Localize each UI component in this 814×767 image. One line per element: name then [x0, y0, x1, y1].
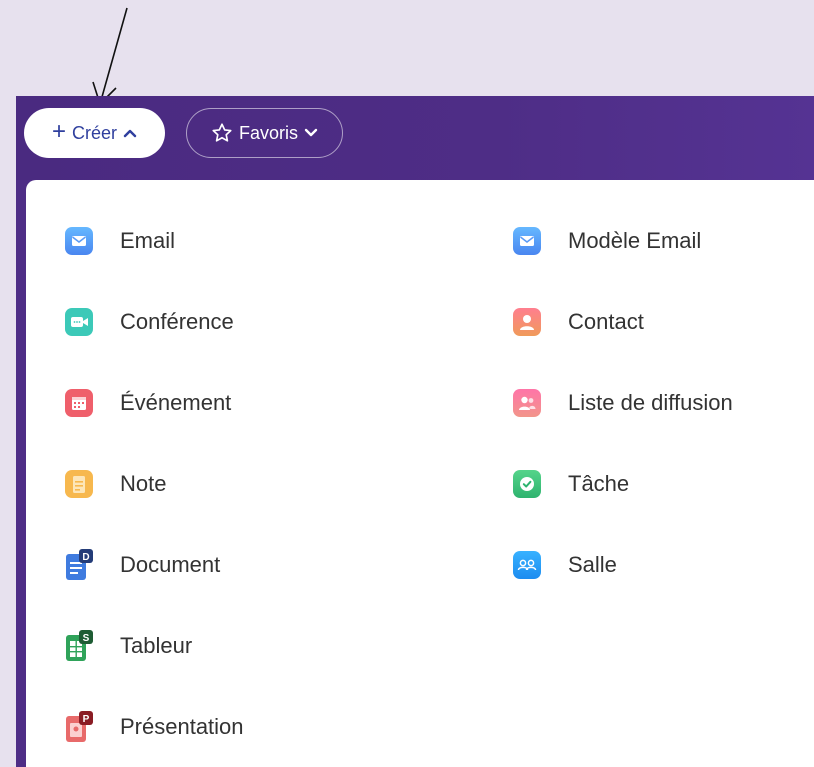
menu-item-presentation[interactable]: P Présentation [64, 705, 244, 749]
menu-item-label: Tableur [120, 633, 193, 658]
video-conference-icon [64, 305, 94, 339]
svg-text:D: D [82, 552, 89, 563]
contact-icon [512, 305, 542, 339]
document-icon: D [64, 548, 94, 582]
mail-template-icon [512, 224, 542, 258]
create-menu-panel: Email Conférence Événement Note D Docume… [26, 180, 814, 767]
calendar-icon [64, 386, 94, 420]
mail-icon [64, 224, 94, 258]
menu-item-label: Modèle Email [568, 228, 702, 253]
favorites-button-label: Favoris [238, 122, 298, 143]
menu-item-label: Conférence [120, 309, 234, 334]
menu-item-email-template[interactable]: Modèle Email [512, 219, 701, 263]
spreadsheet-icon: S [64, 629, 94, 663]
star-icon [212, 123, 232, 142]
app-window: + Créer Favoris Email Conférence Événeme… [16, 96, 814, 767]
menu-item-label: Email [120, 228, 176, 253]
menu-item-label: Note [120, 471, 167, 496]
menu-item-note[interactable]: Note [64, 462, 166, 506]
plus-icon: + [51, 118, 66, 145]
create-button[interactable]: + Créer [24, 108, 165, 158]
menu-item-contact[interactable]: Contact [512, 300, 644, 344]
menu-item-label: Événement [120, 390, 232, 415]
mailing-list-icon [512, 386, 542, 420]
chevron-down-icon [304, 128, 318, 137]
svg-text:P: P [83, 714, 90, 725]
menu-item-label: Contact [568, 309, 644, 334]
menu-item-spreadsheet[interactable]: S Tableur [64, 624, 192, 668]
menu-item-label: Liste de diffusion [568, 390, 733, 415]
chevron-up-icon [123, 129, 137, 138]
menu-item-conference[interactable]: Conférence [64, 300, 234, 344]
note-icon [64, 467, 94, 501]
menu-item-mailing-list[interactable]: Liste de diffusion [512, 381, 733, 425]
room-icon [512, 548, 542, 582]
menu-item-event[interactable]: Événement [64, 381, 231, 425]
menu-item-label: Salle [568, 552, 617, 577]
menu-item-label: Tâche [568, 471, 630, 496]
menu-item-label: Présentation [120, 714, 244, 739]
top-bar: + Créer Favoris [16, 96, 814, 180]
task-icon [512, 467, 542, 501]
svg-text:S: S [83, 633, 90, 644]
menu-item-document[interactable]: D Document [64, 543, 220, 587]
menu-item-room[interactable]: Salle [512, 543, 617, 587]
menu-item-email[interactable]: Email [64, 219, 175, 263]
menu-item-task[interactable]: Tâche [512, 462, 629, 506]
menu-item-label: Document [120, 552, 221, 577]
presentation-icon: P [64, 710, 94, 744]
favorites-button[interactable]: Favoris [186, 108, 343, 158]
create-button-label: Créer [72, 122, 118, 143]
